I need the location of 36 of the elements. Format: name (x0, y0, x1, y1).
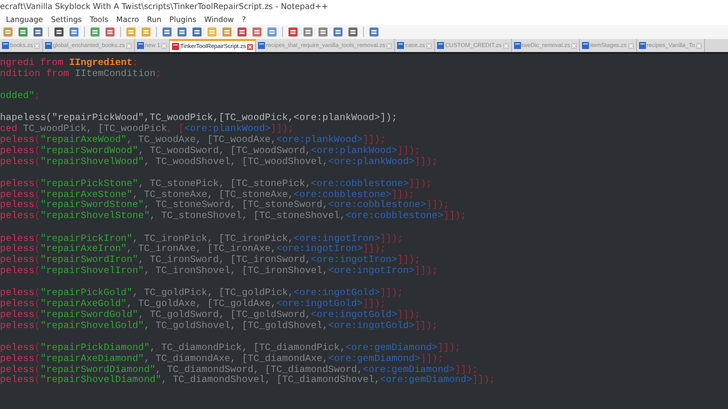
window-title: ecraft\Vanilla Skyblock With A Twist\scripts\TinkerToolRepairScript.zs - Notepad++ (0, 2, 328, 11)
code-line: peless("repairShovelWood", TC_woodShovel, [TC_woodShovel,<ore:plankWood>]]); (0, 156, 438, 167)
code-line: peless("repairSwordIron", TC_ironSword, [TC_ironSword,<ore:ingotIron>]]); (0, 254, 420, 266)
code-line: peless("repairPickIron", TC_ironPick, [TC_ironPick,<ore:ingotIron>]]); (0, 232, 404, 244)
code-line: peless("repairPickGold", TC_goldPick, [TC_goldPick,<ore:ingotGold>]]); (0, 287, 404, 298)
code-line: peless("repairSwordDiamond", TC_diamondSword, [TC_diamondSword,<ore:gemDiamond>]]); (0, 364, 478, 375)
file-icon (638, 42, 646, 49)
file-icon (172, 43, 180, 50)
file-icon (44, 42, 52, 49)
code-line: ngredi from IIngredient; (0, 57, 138, 68)
code-line: peless("repairSwordWood", TC_woodSword, [TC_woodSword,<ore:plankWood>]]); (0, 144, 420, 156)
code-line: peless("repairAxeDiamond", TC_diamondAxe, [TC_diamondAxe,<ore:gemDiamond>]]); (0, 352, 444, 364)
file-icon (397, 42, 404, 49)
code-line: peless("repairShovelDiamond", TC_diamondShovel, [TC_diamondShovel,<ore:gemDiamond>]]); (0, 374, 496, 386)
code-line: peless("repairAxeWood", TC_woodAxe, [TC_woodAxe,<ore:plankWood>]]); (0, 134, 386, 145)
code-line: ced TC_woodPick, [TC_woodPick, [<ore:plankWood>]]); (0, 123, 294, 134)
code-line: peless("repairAxeGold", TC_goldAxe, [TC_goldAxe,<ore:ingotGold>]]); (0, 298, 386, 310)
code-line: ndition from IItemCondition; (0, 68, 162, 79)
code-line: peless("repairAxeIron", TC_ironAxe, [TC_ironAxe,<ore:ingotIron>]]); (0, 243, 386, 254)
file-icon (136, 42, 144, 49)
code-line: peless("repairShovelGold", TC_goldShovel, [TC_goldShovel,<ore:ingotGold>]]); (0, 320, 438, 331)
code-line: odded"; (0, 90, 40, 102)
file-icon (436, 42, 444, 49)
file-icon (2, 42, 9, 49)
code-line: peless("repairShovelIron", TC_ironShovel, [TC_ironShovel,<ore:ingotIron>]]); (0, 264, 438, 276)
code-line: peless("repairPickStone", TC_stonePick, [TC_stonePick,<ore:cobblestone>]]); (0, 178, 432, 189)
code-line: peless("repairSwordGold", TC_goldSword, [TC_goldSword,<ore:ingotGold>]]); (0, 308, 420, 320)
close-icon[interactable] (247, 44, 254, 50)
code-line: peless("repairShovelStone", TC_stoneShovel, [TC_stoneShovel,<ore:cobblestone>]]); (0, 210, 466, 222)
file-icon (582, 42, 590, 49)
code-line: peless("repairPickDiamond", TC_diamondPick, [TC_diamondPick,<ore:gemDiamond>]]); (0, 342, 461, 353)
file-icon (514, 42, 521, 49)
file-icon (258, 42, 266, 49)
code-line: peless("repairSwordStone", TC_stoneSword, [TC_stoneSword,<ore:cobblestone>]]); (0, 199, 450, 210)
code-line: hapeless("repairPickWood",TC_woodPick,[TC_woodPick,<ore:plankWood>]); (0, 112, 398, 124)
code-line: peless("repairAxeStone", TC_stoneAxe, [TC_stoneAxe,<ore:cobblestone>]]); (0, 188, 415, 200)
